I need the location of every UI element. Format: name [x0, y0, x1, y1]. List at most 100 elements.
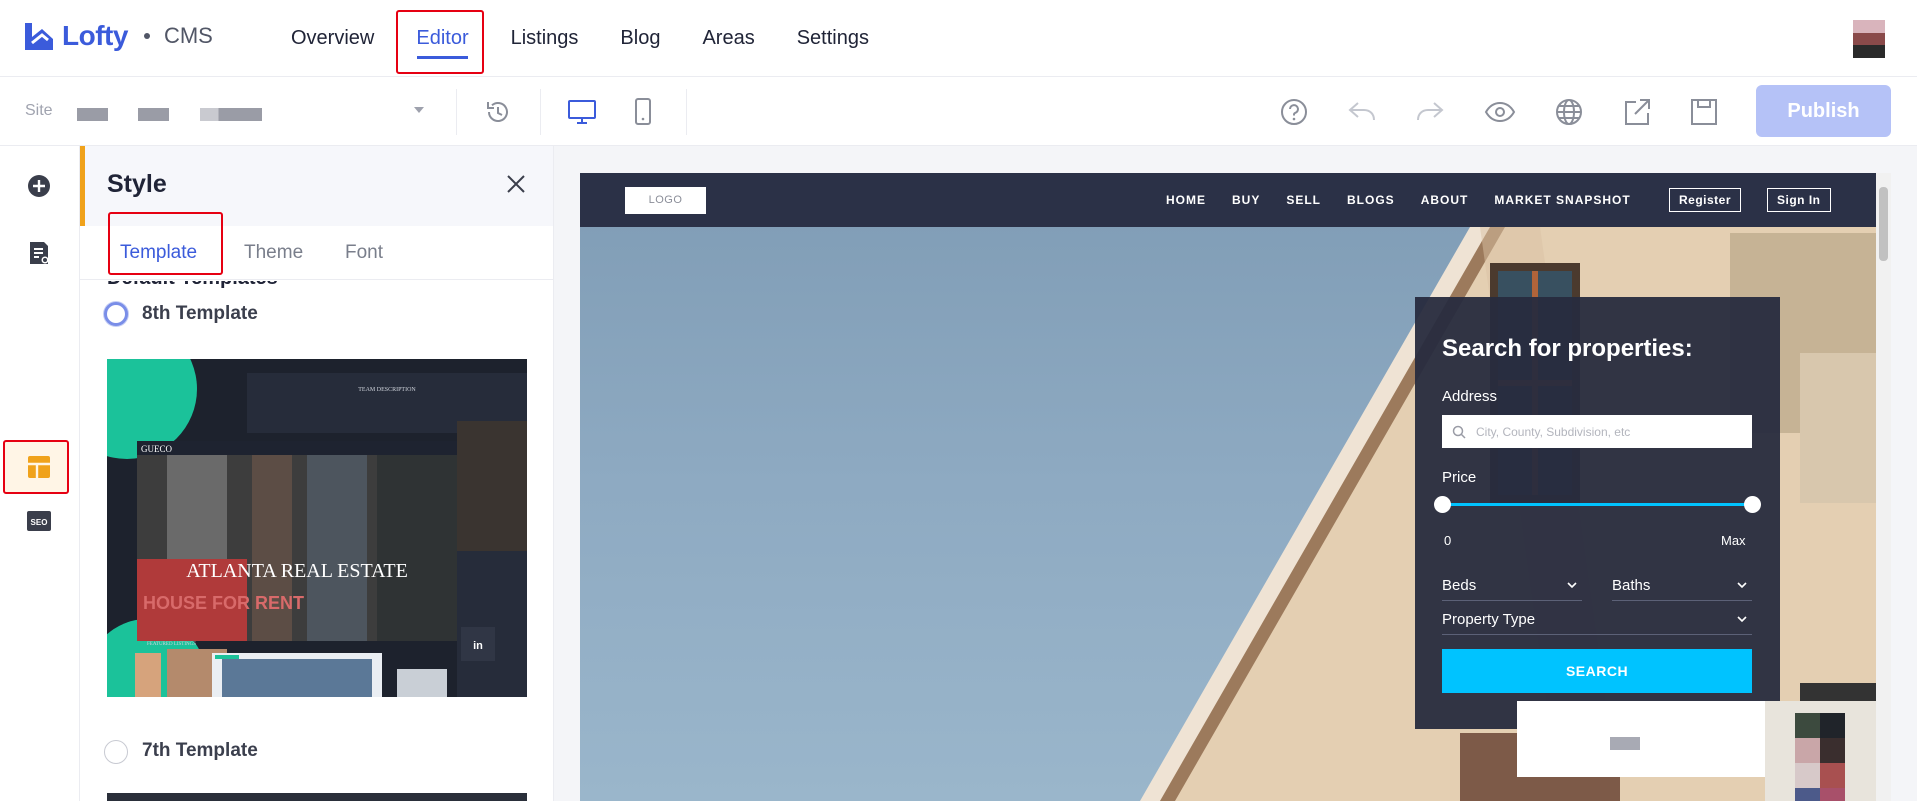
brand-name: Lofty [62, 20, 128, 51]
site-name-redacted [200, 108, 262, 121]
seo-icon-label: SEO [31, 518, 48, 527]
chevron-down-icon [1737, 582, 1747, 589]
tab-theme[interactable]: Theme [244, 242, 303, 264]
redacted-widget-text [1610, 737, 1640, 750]
divider [686, 89, 687, 135]
site-menu-home[interactable]: HOME [1166, 193, 1206, 207]
lofty-logo-icon [25, 23, 53, 50]
user-avatar[interactable] [1853, 20, 1885, 58]
price-slider-track[interactable] [1442, 503, 1752, 506]
price-min-label: 0 [1444, 533, 1452, 548]
left-rail: SEO [0, 146, 80, 801]
template-name-8th: 8th Template [142, 303, 258, 324]
template-preview-image: in ATLANTA REAL ESTATE GUECO TEAM DESCRI… [107, 359, 527, 697]
price-slider-max-handle[interactable] [1744, 496, 1761, 513]
brand[interactable]: Lofty CMS [22, 16, 213, 56]
register-button[interactable]: Register [1669, 188, 1742, 212]
address-label: Address [1442, 388, 1498, 405]
tab-listings[interactable]: Listings [490, 0, 600, 77]
preview-icon[interactable] [1483, 95, 1517, 129]
brand-separator [143, 33, 150, 39]
address-input[interactable]: City, County, Subdivision, etc [1442, 415, 1752, 448]
panel-accent-bar [80, 146, 85, 226]
divider [540, 89, 541, 135]
thumb-team: TEAM DESCRIPTION [358, 387, 416, 393]
template-thumbnail-8th[interactable]: in ATLANTA REAL ESTATE GUECO TEAM DESCRI… [107, 359, 527, 697]
site-menu-blogs[interactable]: BLOGS [1347, 193, 1395, 207]
site-label: Site [25, 102, 53, 119]
caret-down-icon [414, 107, 424, 113]
section-label: Default Templates [107, 281, 278, 290]
panel-title: Style [107, 170, 167, 198]
property-type-label: Property Type [1442, 611, 1536, 628]
editor-toolbar: Site Publish [0, 77, 1917, 146]
search-icon [1452, 425, 1466, 439]
search-button[interactable]: SEARCH [1442, 649, 1752, 693]
thumb-featured: FEATURED LISTINGS [147, 642, 196, 647]
scrollbar-thumb[interactable] [1879, 187, 1888, 261]
property-type-select[interactable]: Property Type [1442, 607, 1752, 635]
mobile-icon[interactable] [626, 95, 660, 129]
template-radio-7th[interactable] [104, 740, 128, 764]
pages-icon[interactable] [20, 234, 58, 272]
chevron-down-icon [1737, 616, 1747, 623]
site-logo[interactable]: LOGO [625, 187, 706, 214]
tab-overview[interactable]: Overview [270, 0, 395, 77]
template-radio-8th[interactable] [104, 302, 128, 326]
tab-settings[interactable]: Settings [776, 0, 890, 77]
site-menu-market-snapshot[interactable]: MARKET SNAPSHOT [1494, 193, 1630, 207]
seo-icon[interactable]: SEO [20, 502, 58, 540]
site-name-redacted [77, 108, 108, 121]
redacted-widget [1517, 701, 1767, 777]
style-icon[interactable] [20, 448, 58, 486]
beds-label: Beds [1442, 577, 1477, 594]
template-name-7th: 7th Template [142, 740, 258, 761]
tab-areas[interactable]: Areas [681, 0, 775, 77]
template-thumbnail-7th[interactable] [107, 793, 527, 801]
thumb-brand: GUECO [141, 444, 172, 454]
site-menu: HOME BUY SELL BLOGS ABOUT MARKET SNAPSHO… [1166, 193, 1657, 207]
site-header: LOGO HOME BUY SELL BLOGS ABOUT MARKET SN… [580, 173, 1876, 227]
website-preview-frame[interactable]: LOGO HOME BUY SELL BLOGS ABOUT MARKET SN… [580, 173, 1876, 801]
redo-icon[interactable] [1413, 95, 1447, 129]
beds-select[interactable]: Beds [1442, 573, 1582, 601]
preview-scrollbar[interactable] [1876, 173, 1891, 801]
publish-button[interactable]: Publish [1756, 85, 1891, 137]
close-icon[interactable] [504, 172, 528, 196]
thumb-sign: HOUSE FOR RENT [143, 593, 304, 613]
site-menu-buy[interactable]: BUY [1232, 193, 1260, 207]
redacted-avatar [1765, 701, 1876, 801]
thumb-headline: ATLANTA REAL ESTATE [186, 560, 408, 582]
tab-blog[interactable]: Blog [599, 0, 681, 77]
main-tabs: Overview Editor Listings Blog Areas Sett… [270, 0, 890, 77]
chevron-down-icon [1567, 582, 1577, 589]
export-icon[interactable] [1620, 95, 1654, 129]
baths-label: Baths [1612, 577, 1651, 594]
undo-icon[interactable] [1345, 95, 1379, 129]
add-icon[interactable] [20, 167, 58, 205]
product-name: CMS [163, 23, 213, 48]
history-icon[interactable] [481, 95, 515, 129]
linkedin-icon: in [473, 640, 483, 652]
property-search-card: Search for properties: Address City, Cou… [1415, 297, 1780, 729]
site-menu-about[interactable]: ABOUT [1421, 193, 1469, 207]
help-icon[interactable] [1277, 95, 1311, 129]
globe-icon[interactable] [1552, 95, 1586, 129]
site-name-redacted [138, 108, 169, 121]
save-icon[interactable] [1687, 95, 1721, 129]
top-navigation: Lofty CMS Overview Editor Listings Blog … [0, 0, 1917, 77]
sign-in-button[interactable]: Sign In [1767, 188, 1831, 212]
template-list: Default Templates 8th Template [80, 281, 553, 801]
price-label: Price [1442, 469, 1477, 486]
baths-select[interactable]: Baths [1612, 573, 1752, 601]
annotation-box-editor [396, 10, 484, 74]
address-placeholder: City, County, Subdivision, etc [1476, 425, 1631, 439]
style-panel: Style Template Theme Font Default Templa… [80, 146, 554, 801]
price-slider-min-handle[interactable] [1434, 496, 1451, 513]
annotation-box-template [108, 212, 223, 275]
desktop-icon[interactable] [565, 95, 599, 129]
site-menu-sell[interactable]: SELL [1286, 193, 1321, 207]
tab-font[interactable]: Font [345, 242, 383, 264]
divider [456, 89, 457, 135]
search-title: Search for properties: [1442, 335, 1693, 362]
